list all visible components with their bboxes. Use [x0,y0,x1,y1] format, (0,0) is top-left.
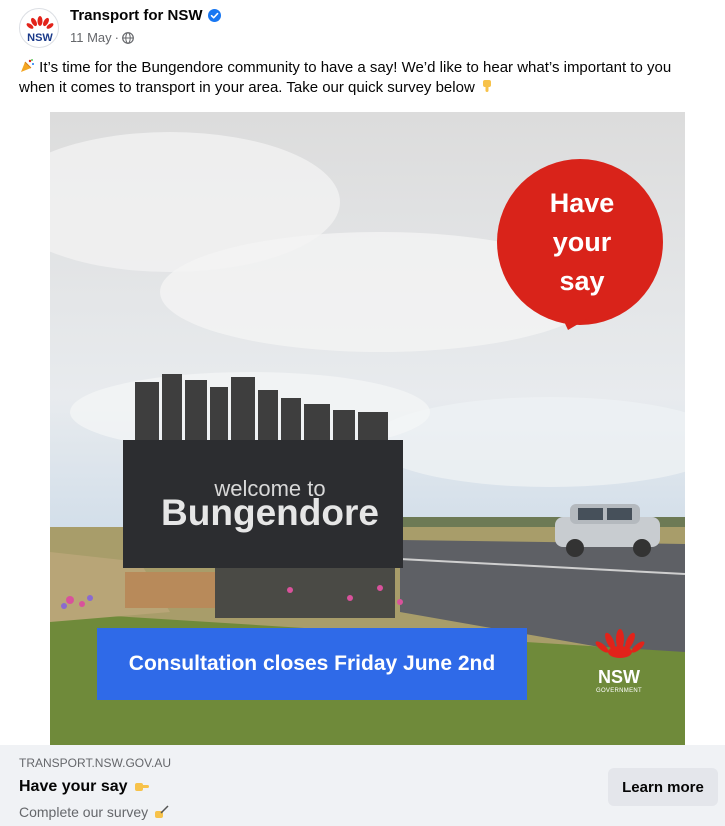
link-preview-card[interactable]: TRANSPORT.NSW.GOV.AU Have your say Compl… [0,745,725,826]
link-title-text: Have your say [19,778,128,795]
party-popper-icon [21,59,34,72]
bubble-line: your [552,227,612,257]
sign-town-name: Bungendore [161,492,379,533]
consultation-banner: Consultation closes Friday June 2nd [97,628,527,700]
nsw-logo-word: NSW [598,667,640,687]
verified-badge-icon [207,9,221,22]
writing-hand-icon [155,805,169,818]
post-meta: 11 May · [70,30,134,45]
bubble-line: Have [549,188,615,218]
svg-text:NSW: NSW [27,32,53,44]
link-description: Complete our survey [19,804,170,820]
post-header: NSW Transport for NSW 11 May · [0,0,725,54]
link-domain: TRANSPORT.NSW.GOV.AU [19,756,172,770]
learn-more-button[interactable]: Learn more [608,768,718,806]
waratah-icon [26,16,54,29]
post-caption: It’s time for the Bungendore community t… [19,58,709,98]
nsw-logo-government: GOVERNMENT [595,688,642,694]
pointing-down-hand-icon [482,80,491,92]
page-name-row: Transport for NSW [70,7,221,24]
page-name[interactable]: Transport for NSW [70,7,203,24]
have-your-say-bubble: Have your say [502,184,662,301]
globe-icon [122,31,134,44]
link-description-text: Complete our survey [19,804,149,820]
post-date[interactable]: 11 May [70,30,112,45]
link-title: Have your say [19,778,150,796]
meta-separator: · [114,30,120,45]
page-avatar[interactable]: NSW [19,8,59,48]
banner-text: Consultation closes Friday June 2nd [128,652,496,675]
caption-text: It’s time for the Bungendore community t… [19,59,672,96]
pointing-right-hand-icon [134,783,149,791]
bubble-line: say [559,266,605,296]
post-image[interactable]: Have your say welcome to Bungendore Cons… [50,112,685,745]
